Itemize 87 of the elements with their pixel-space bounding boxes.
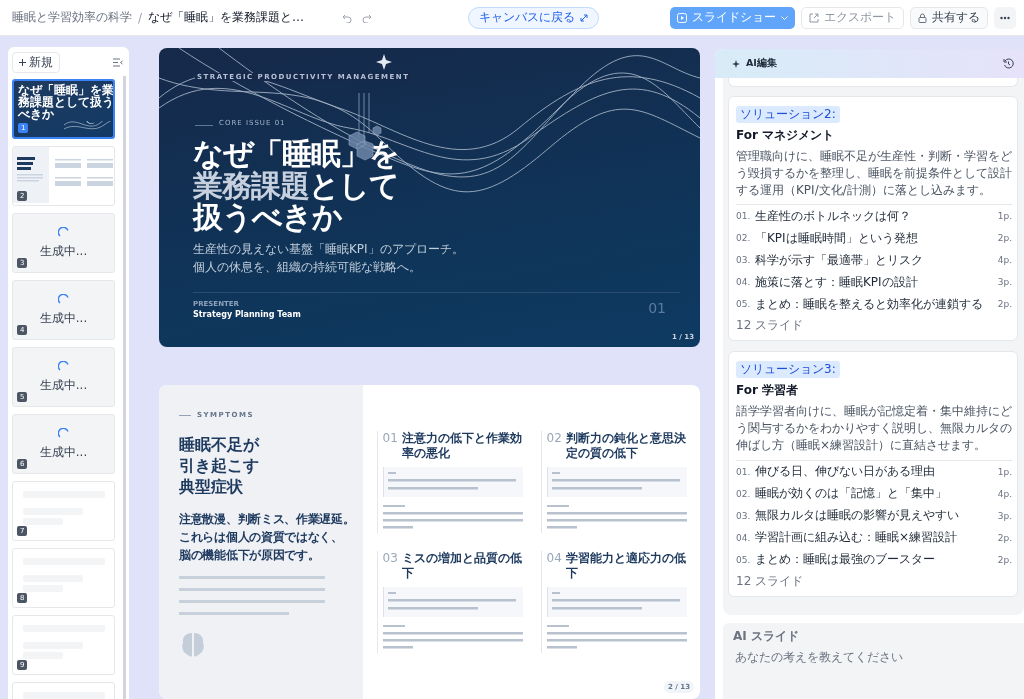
symptom-title: 注意力の低下と作業効率の悪化 xyxy=(401,431,523,462)
solution-card[interactable] xyxy=(728,351,1018,597)
generating-status: 生成中... xyxy=(39,309,88,327)
generating-status: 生成中... xyxy=(39,242,88,260)
breadcrumb-link[interactable]: 睡眠と学習効率の科学 xyxy=(12,9,132,26)
outline-title: 睡眠が効くのは「記憶」と「集中」 xyxy=(755,485,948,503)
outline-title: 科学が示す「最適帯」とリスク xyxy=(755,251,924,269)
outline-title: まとめ：睡眠は最強のブースター xyxy=(755,551,936,569)
new-slide-button[interactable]: 新規 xyxy=(12,52,60,73)
spinner-icon xyxy=(57,360,70,373)
history-icon[interactable] xyxy=(1003,58,1014,69)
outline-number: 03. xyxy=(736,510,752,521)
slide-title: なぜ「睡眠」を 業務課題として 扱うべきか xyxy=(193,138,399,233)
thumbnail-title: なぜ「睡眠」を業務課題として扱うべきか xyxy=(18,84,113,120)
solution-card[interactable] xyxy=(728,96,1018,342)
symptom-title: 学習能力と適応力の低下 xyxy=(565,551,687,582)
more-button[interactable] xyxy=(994,6,1016,29)
outline-number: 02. xyxy=(736,488,752,499)
slide-count: 12 スライド xyxy=(736,317,805,335)
outline-title: 学習計画に組み込む：睡眠×練習設計 xyxy=(755,529,959,547)
spinner-icon xyxy=(57,226,70,239)
outline-title: 伸びる日、伸びない日がある理由 xyxy=(755,463,936,481)
page-count: 2p. xyxy=(997,233,1012,244)
symptom-title: 判断力の鈍化と意思決定の質の低下 xyxy=(565,431,687,462)
page-count: 4p. xyxy=(997,488,1012,499)
generating-status: 生成中... xyxy=(39,443,88,461)
play-icon xyxy=(677,12,687,23)
outline-title: 生産性のボトルネックは何？ xyxy=(755,207,912,225)
more-icon xyxy=(1000,15,1010,20)
section-label: AI スライド xyxy=(733,627,800,645)
back-to-canvas-button[interactable]: キャンバスに戻る xyxy=(468,6,599,29)
solution-title: For マネジメント xyxy=(736,127,836,144)
presenter-name: Strategy Planning Team xyxy=(193,310,301,319)
brain-icon xyxy=(180,631,206,659)
undo-icon[interactable] xyxy=(342,12,352,23)
solution-title: For 学習者 xyxy=(736,382,800,400)
export-icon xyxy=(809,12,819,23)
outline-number: 03. xyxy=(736,255,752,266)
outline-number: 05. xyxy=(736,299,752,310)
page-count: 1p. xyxy=(997,211,1012,222)
page-count: 2p. xyxy=(997,299,1012,310)
page-count: 1p. xyxy=(997,466,1012,477)
symptom-number: 04 xyxy=(546,551,562,566)
solution-tag: ソリューション3: xyxy=(736,361,840,379)
collapse-icon xyxy=(580,13,588,22)
page-count: 4p. xyxy=(997,255,1012,266)
outline-title: 施策に落とす：睡眠KPIの設計 xyxy=(755,273,919,291)
outline-number: 04. xyxy=(736,277,752,288)
lock-icon xyxy=(918,12,927,23)
page-count: 2p. xyxy=(997,554,1012,565)
slide-count: 12 スライド xyxy=(736,572,805,590)
lead-text: 注意散漫、判断ミス、作業遅延。 これらは個人の資質ではなく、 脳の機能低下が原因です。 xyxy=(179,510,355,564)
solution-tag: ソリューション2: xyxy=(736,106,840,123)
symptom-number: 03 xyxy=(382,551,398,566)
slide-index-number: 01 xyxy=(648,300,666,316)
breadcrumb-separator: / xyxy=(138,10,143,25)
outline-title: 「KPIは睡眠時間」という発想 xyxy=(755,229,919,247)
star-icon xyxy=(376,54,392,70)
spinner-icon xyxy=(57,293,70,306)
outline-title: まとめ：睡眠を整えると効率化が連鎖する xyxy=(755,295,984,313)
outline-number: 04. xyxy=(736,532,752,543)
caret-icon xyxy=(781,15,788,20)
page-count: 3p. xyxy=(997,277,1012,288)
generating-status: 生成中... xyxy=(39,376,88,394)
outline-number: 01. xyxy=(736,466,752,477)
page-count: 2p. xyxy=(997,532,1012,543)
redo-icon[interactable] xyxy=(362,12,372,23)
spinner-icon xyxy=(57,427,70,440)
sparkle-icon xyxy=(731,58,741,69)
outline-title: 無限カルタは睡眠の影響が見えやすい xyxy=(755,507,960,525)
panel-title: AI編集 xyxy=(746,57,777,70)
outline-number: 02. xyxy=(736,233,752,244)
symptom-title: ミスの増加と品質の低下 xyxy=(401,551,523,582)
solution-description: 管理職向けに、睡眠不足が生産性・判断・学習をどう毀損するかを整理し、睡眠を前提条件として設計する運用（KPI/文化/計測）に落とし込みます。 xyxy=(736,148,1012,206)
solution-description: 語学学習者向けに、睡眠が記憶定着・集中維持にどう関与するかをわかりやすく説明し、無限カルタの伸ばし方（睡眠×練習設計）に直結させます。 xyxy=(736,403,1012,461)
outline-number: 05. xyxy=(736,554,752,565)
prompt-input[interactable]: あなたの考えを教えてください xyxy=(733,648,1018,665)
collapse-panel-icon[interactable] xyxy=(113,58,123,67)
plus-icon xyxy=(19,59,26,66)
breadcrumb-current: なぜ「睡眠」を業務課題と… xyxy=(148,9,305,26)
slide-subtitle: 生産性の見えない基盤「睡眠KPI」のアプローチ。 個人の休息を、組織の持続可能な戦略へ。 xyxy=(193,241,464,276)
page-count: 3p. xyxy=(997,510,1012,521)
slide-heading: 睡眠不足が 引き起こす 典型症状 xyxy=(179,435,261,498)
symptom-number: 02 xyxy=(546,431,562,446)
symptom-number: 01 xyxy=(382,431,398,446)
outline-number: 01. xyxy=(736,211,752,222)
share-button[interactable]: 共有する xyxy=(910,6,988,29)
